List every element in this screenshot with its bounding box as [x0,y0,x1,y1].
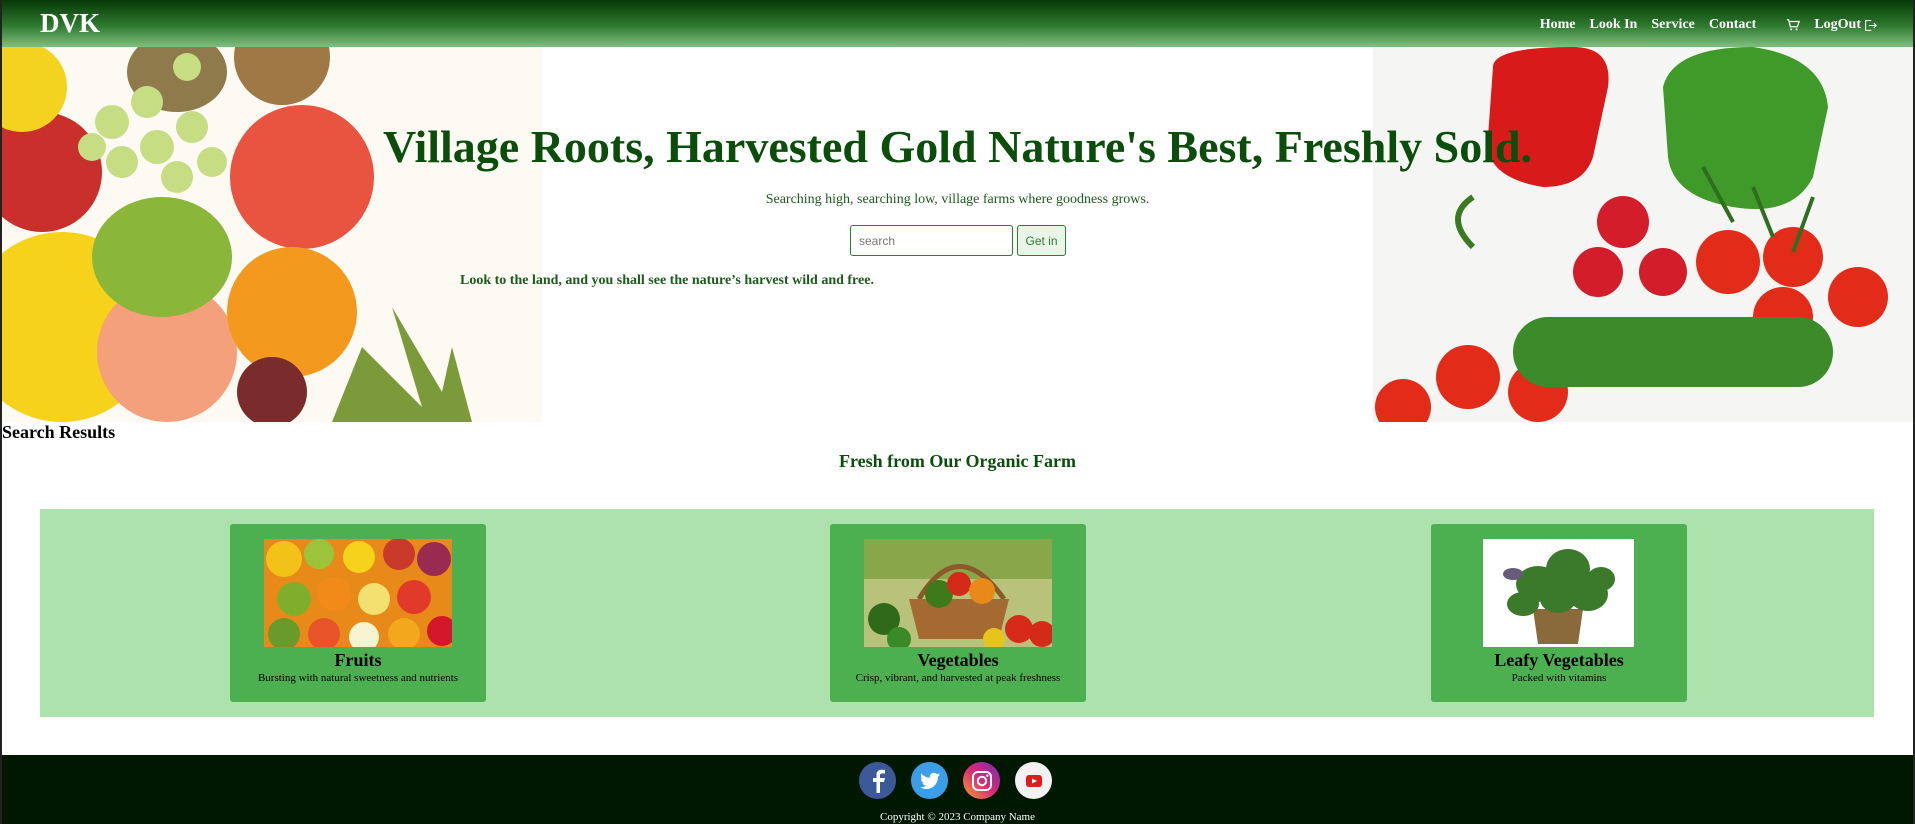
twitter-icon[interactable] [911,762,948,799]
search-results-heading: Search Results [2,422,116,442]
leafy-vegetables-thumbnail [1483,539,1634,647]
navbar: DVK Home Look In Service Contact LogOut [2,0,1913,47]
instagram-icon[interactable] [963,762,1000,799]
logout-label: LogOut [1814,17,1861,32]
search-bar: Get in [850,225,1066,256]
nav-contact[interactable]: Contact [1709,17,1756,33]
card-description: Bursting with natural sweetness and nutr… [257,672,459,684]
search-input[interactable] [850,225,1013,256]
card-title: Leafy Vegetables [1494,650,1624,670]
card-leafy-vegetables[interactable]: Leafy Vegetables Packed with vitamins [1431,524,1687,702]
cart-icon[interactable] [1786,18,1801,32]
card-description: Crisp, vibrant, and harvested at peak fr… [855,672,1061,684]
card-title: Vegetables [917,650,999,670]
category-cards: Fruits Bursting with natural sweetness a… [40,509,1874,717]
vegetables-image [1373,47,1913,422]
vegetables-thumbnail [864,539,1052,647]
nav-links: Home Look In Service Contact LogOut [1526,17,1877,33]
footer: Copyright © 2023 Company Name [2,755,1913,824]
nav-home[interactable]: Home [1540,17,1576,33]
social-links [859,762,1052,799]
youtube-icon[interactable] [1015,762,1052,799]
card-vegetables[interactable]: Vegetables Crisp, vibrant, and harvested… [830,524,1086,702]
hero-subtitle: Searching high, searching low, village f… [765,192,1150,207]
logout-button[interactable]: LogOut [1814,17,1877,33]
section-title: Fresh from Our Organic Farm [839,451,1076,471]
fruits-image [2,47,542,422]
hero-quote: Look to the land, and you shall see the … [460,273,874,288]
get-in-button[interactable]: Get in [1017,225,1066,256]
brand-logo[interactable]: DVK [40,8,100,39]
fruits-thumbnail [264,539,452,647]
card-fruits[interactable]: Fruits Bursting with natural sweetness a… [230,524,486,702]
hero-title: Village Roots, Harvested Gold Nature's B… [382,121,1533,172]
logout-icon [1865,19,1877,31]
card-title: Fruits [334,650,382,670]
copyright-text: Copyright © 2023 Company Name [879,811,1035,823]
nav-service[interactable]: Service [1651,17,1695,33]
facebook-icon[interactable] [859,762,896,799]
card-description: Packed with vitamins [1511,672,1607,684]
hero-banner: Village Roots, Harvested Gold Nature's B… [2,47,1913,422]
nav-look-in[interactable]: Look In [1589,17,1637,33]
